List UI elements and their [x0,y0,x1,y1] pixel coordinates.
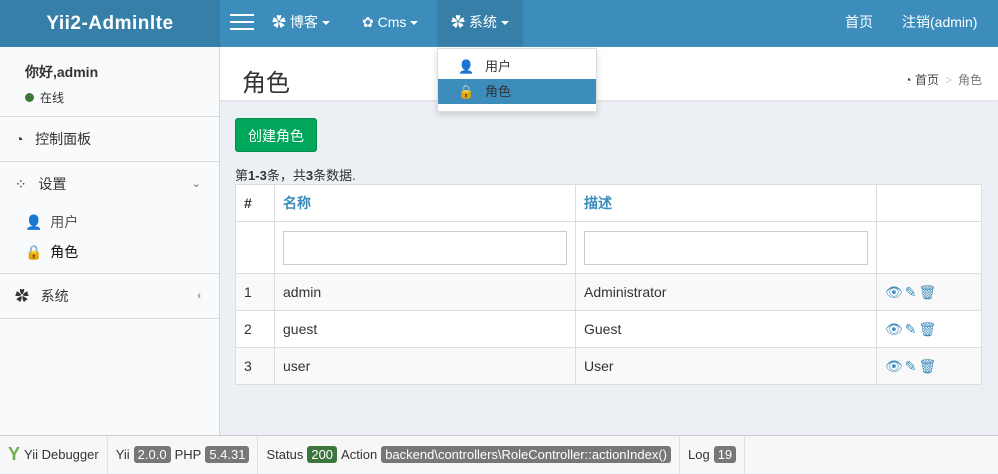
status-text: 在线 [40,91,65,105]
chevron-down-icon: ⌄ [191,178,201,190]
nav-label: 系统 [468,14,497,30]
label: 设置 [38,176,67,192]
dashboard-icon: ◔ [15,131,24,147]
delete-icon[interactable]: 🗑 [919,284,939,300]
page-title: 角色 [242,70,290,97]
sidebar-item-settings[interactable]: ⁘ 设置 ⌄ [0,162,219,207]
sidebar-item-dashboard[interactable]: ◔ 控制面板 [0,117,219,162]
nav-cms[interactable]: ✿ Cms [362,0,419,47]
summary: 第1-3条，共3条数据. [235,168,356,183]
debug-request[interactable]: Status 200 Action backend\controllers\RoleC… [258,435,680,474]
breadcrumb-current: 角色 [957,73,982,87]
debug-log[interactable]: Log 19 [680,435,746,474]
yii-logo-icon: Y [8,444,21,464]
label: 控制面板 [35,131,92,147]
logout-link[interactable]: 注销(admin) [902,0,977,47]
online-dot-icon [25,93,34,102]
col-index: # [235,184,275,222]
gear-icon: ✿ [272,14,286,30]
dashboard-icon: ◔ [904,73,912,87]
name-filter-input[interactable] [283,230,567,265]
label: 角色 [50,244,79,260]
user-panel: 你好,admin 在线 [0,47,219,117]
sidebar: 你好,admin 在线 ◔ 控制面板 ⁘ 设置 ⌄ 👤 用户 🔒 角色 ✿ 系统 ‹ [0,47,220,435]
view-icon[interactable]: 👁 [885,358,905,374]
sidebar-toggle-button[interactable] [230,9,254,39]
top-navbar: ✿ 博客 ✿ Cms ✿ 系统 首页 注销(admin) [220,0,998,47]
dropdown-item-roles[interactable]: 🔒 角色 [438,79,596,104]
edit-icon[interactable]: ✎ [905,321,919,337]
col-description[interactable]: 描述 [575,184,877,222]
table-row: 1 admin Administrator 👁✎🗑 [235,273,982,311]
table-row: 3 user User 👁✎🗑 [235,347,982,385]
delete-icon[interactable]: 🗑 [919,358,939,374]
lock-icon: 🔒 [458,84,475,99]
label: 用户 [50,214,79,230]
nav-system[interactable]: ✿ 系统 [437,0,523,47]
delete-icon[interactable]: 🗑 [919,321,939,337]
description-filter-input[interactable] [584,230,868,265]
edit-icon[interactable]: ✎ [905,284,919,300]
system-dropdown-menu: 👤 用户 🔒 角色 [437,48,597,112]
user-icon: 👤 [25,214,43,230]
user-icon: 👤 [458,59,475,74]
debug-version[interactable]: Yii 2.0.0 PHP 5.4.31 [108,435,259,474]
debugger-link[interactable]: Y Yii Debugger [0,435,108,474]
view-icon[interactable]: 👁 [885,284,905,300]
label: 系统 [40,288,69,304]
col-name[interactable]: 名称 [274,184,576,222]
edit-icon[interactable]: ✎ [905,358,919,374]
greeting: 你好,admin [25,64,99,80]
sidebar-item-roles[interactable]: 🔒 角色 [0,237,219,274]
sidebar-item-users[interactable]: 👤 用户 [0,207,219,237]
nav-label: Cms [377,14,407,30]
dropdown-item-users[interactable]: 👤 用户 [438,54,596,79]
nav-label: 博客 [289,14,318,30]
content-header: 角色 ◔ 首页 > 角色 [220,47,998,100]
spinner-icon: ⁘ [15,176,27,192]
gear-icon: ✿ [15,288,29,304]
app-logo[interactable]: Yii2-Adminlte [0,0,220,47]
col-actions [876,184,982,222]
lock-icon: 🔒 [25,244,43,260]
view-icon[interactable]: 👁 [885,321,905,337]
chevron-left-icon: ‹ [197,290,201,302]
gear-icon: ✿ [362,14,374,30]
sidebar-item-system[interactable]: ✿ 系统 ‹ [0,274,219,319]
nav-home[interactable]: 首页 [845,0,873,47]
debug-toolbar: Y Yii Debugger Yii 2.0.0 PHP 5.4.31 Status 20… [0,435,998,474]
breadcrumb: ◔ 首页 > 角色 [904,73,982,87]
create-role-button[interactable]: 创建角色 [235,118,317,152]
gear-icon: ✿ [451,14,465,30]
roles-table: # 名称 描述 1 admin Administrator 👁✎🗑 2 guest Gue… [235,184,982,385]
table-row: 2 guest Guest 👁✎🗑 [235,310,982,348]
nav-blog[interactable]: ✿ 博客 [272,0,330,47]
breadcrumb-home[interactable]: 首页 [915,73,939,87]
